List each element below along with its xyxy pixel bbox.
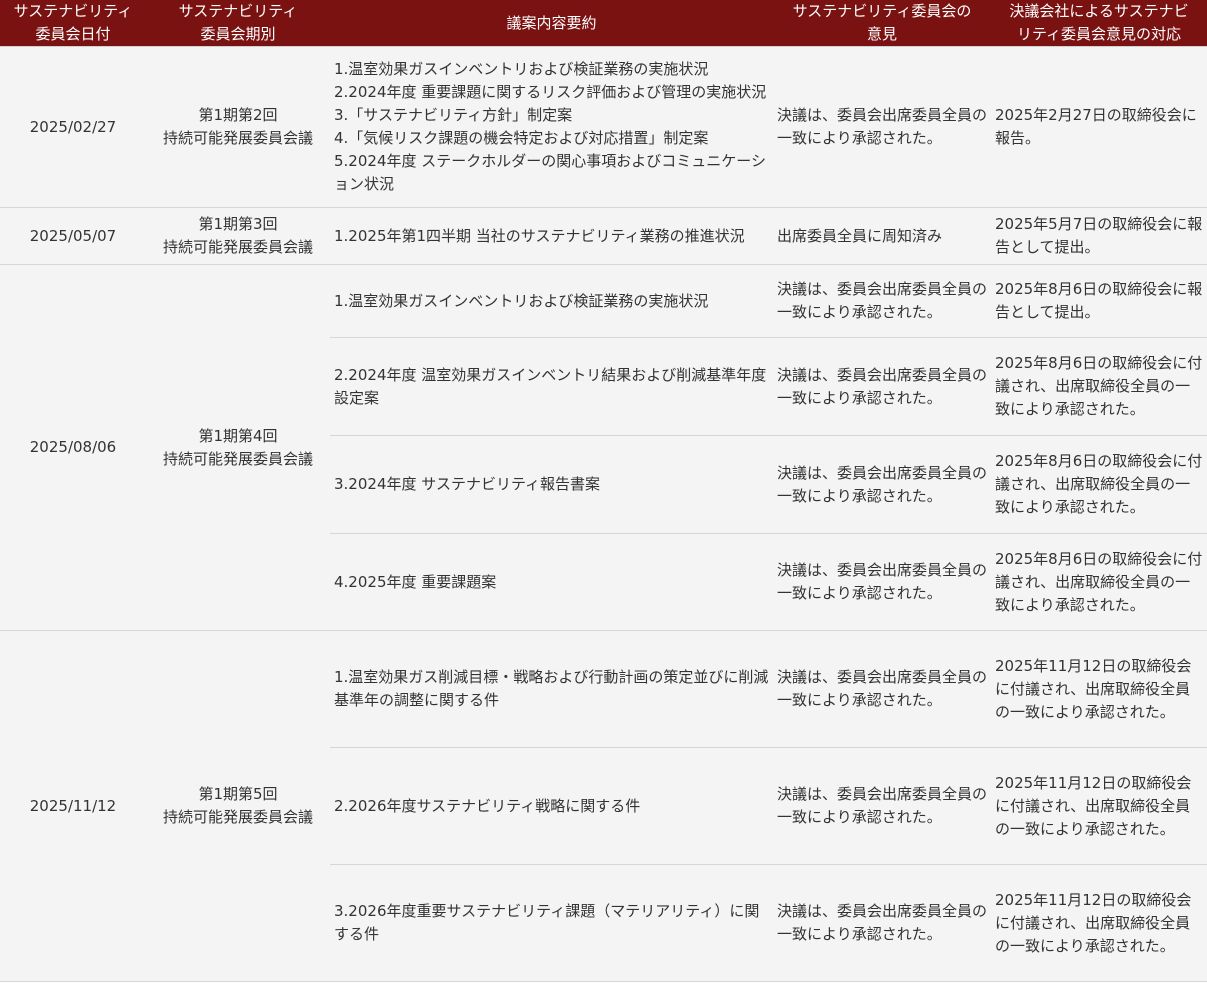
- agenda-item: 4.2025年度 重要課題案: [330, 533, 773, 631]
- board-response: 2025年11月12日の取締役会に付議され、出席取締役全員の一致により承認された…: [991, 630, 1207, 748]
- committee-opinion: 決議は、委員会出席委員全員の一致により承認された。: [773, 533, 991, 631]
- agenda-item: 1.温室効果ガスインベントリおよび検証業務の実施状況: [334, 60, 709, 78]
- meeting-period: 第1期第4回 持続可能発展委員会議: [146, 264, 330, 631]
- header-opinion: サステナビリティ委員会の 意見: [773, 0, 991, 47]
- board-response: 2025年8月6日の取締役会に付議され、出席取締役全員の一致により承認された。: [991, 435, 1207, 534]
- board-response: 2025年8月6日の取締役会に付議され、出席取締役全員の一致により承認された。: [991, 337, 1207, 436]
- board-response: 2025年8月6日の取締役会に報告として提出。: [991, 264, 1207, 338]
- agenda-item: 2.2024年度 重要課題に関するリスク評価および管理の実施状況: [334, 83, 767, 101]
- committee-opinion: 決議は、委員会出席委員全員の一致により承認された。: [773, 747, 991, 865]
- agenda-item: 4.「気候リスク課題の機会特定および対応措置」制定案: [334, 129, 709, 147]
- agenda-item: 3.2024年度 サステナビリティ報告書案: [330, 435, 773, 534]
- committee-opinion: 決議は、委員会出席委員全員の一致により承認された。: [773, 337, 991, 436]
- agenda-item: 2.2026年度サステナビリティ戦略に関する件: [330, 747, 773, 865]
- meeting-date: 2025/05/07: [0, 207, 146, 265]
- meeting-period: 第1期第3回 持続可能発展委員会議: [146, 207, 330, 265]
- committee-opinion: 出席委員全員に周知済み: [773, 207, 991, 265]
- table-header: サステナビリティ 委員会日付 サステナビリティ 委員会期別 議案内容要約 サステ…: [0, 0, 1207, 47]
- agenda-item: 1.温室効果ガス削減目標・戦略および行動計画の策定並びに削減基準年の調整に関する…: [330, 630, 773, 748]
- table-row: 2025/05/07 第1期第3回 持続可能発展委員会議 1.2025年第1四半…: [0, 207, 1207, 265]
- meeting-date: 2025/02/27: [0, 46, 146, 208]
- committee-opinion: 決議は、委員会出席委員全員の一致により承認された。: [773, 264, 991, 338]
- agenda-item: 2.2024年度 温室効果ガスインベントリ結果および削減基準年度設定案: [330, 337, 773, 436]
- agenda-summary: 1.温室効果ガスインベントリおよび検証業務の実施状況 2.2024年度 重要課題…: [330, 46, 773, 208]
- table-row: 2025/11/12 第1期第5回 持続可能発展委員会議 1.温室効果ガス削減目…: [0, 630, 1207, 982]
- header-content: 議案内容要約: [330, 0, 773, 47]
- board-response: 2025年2月27日の取締役会に報告。: [991, 46, 1207, 208]
- board-response: 2025年5月7日の取締役会に報告として提出。: [991, 207, 1207, 265]
- table-body: 2025/02/27 第1期第2回 持続可能発展委員会議 1.温室効果ガスインベ…: [0, 46, 1207, 982]
- agenda-summary: 1.2025年第1四半期 当社のサステナビリティ業務の推進状況: [330, 207, 773, 265]
- meeting-date: 2025/08/06: [0, 264, 146, 631]
- agenda-item: 5.2024年度 ステークホルダーの関心事項およびコミュニケーション状況: [334, 152, 766, 193]
- header-date: サステナビリティ 委員会日付: [0, 0, 146, 47]
- header-response: 決議会社によるサステナビ リティ委員会意見の対応: [991, 0, 1207, 47]
- agenda-item: 1.2025年第1四半期 当社のサステナビリティ業務の推進状況: [334, 226, 745, 245]
- committee-opinion: 決議は、委員会出席委員全員の一致により承認された。: [773, 630, 991, 748]
- meeting-period: 第1期第5回 持続可能発展委員会議: [146, 630, 330, 982]
- agenda-item: 1.温室効果ガスインベントリおよび検証業務の実施状況: [330, 264, 773, 338]
- board-response: 2025年8月6日の取締役会に付議され、出席取締役全員の一致により承認された。: [991, 533, 1207, 631]
- meeting-date: 2025/11/12: [0, 630, 146, 982]
- table-row: 2025/02/27 第1期第2回 持続可能発展委員会議 1.温室効果ガスインベ…: [0, 46, 1207, 208]
- meeting-period: 第1期第2回 持続可能発展委員会議: [146, 46, 330, 208]
- committee-opinion: 決議は、委員会出席委員全員の一致により承認された。: [773, 435, 991, 534]
- committee-opinion: 決議は、委員会出席委員全員の一致により承認された。: [773, 864, 991, 982]
- header-row: サステナビリティ 委員会日付 サステナビリティ 委員会期別 議案内容要約 サステ…: [0, 0, 1207, 47]
- committee-opinion: 決議は、委員会出席委員全員の一致により承認された。: [773, 46, 991, 208]
- board-response: 2025年11月12日の取締役会に付議され、出席取締役全員の一致により承認された…: [991, 747, 1207, 865]
- header-period: サステナビリティ 委員会期別: [146, 0, 330, 47]
- table-row: 2025/08/06 第1期第4回 持続可能発展委員会議 1.温室効果ガスインベ…: [0, 264, 1207, 631]
- sustainability-committee-table: サステナビリティ 委員会日付 サステナビリティ 委員会期別 議案内容要約 サステ…: [0, 0, 1207, 982]
- agenda-item: 3.2026年度重要サステナビリティ課題（マテリアリティ）に関する件: [330, 864, 773, 982]
- agenda-item: 3.「サステナビリティ方針」制定案: [334, 106, 573, 124]
- board-response: 2025年11月12日の取締役会に付議され、出席取締役全員の一致により承認された…: [991, 864, 1207, 982]
